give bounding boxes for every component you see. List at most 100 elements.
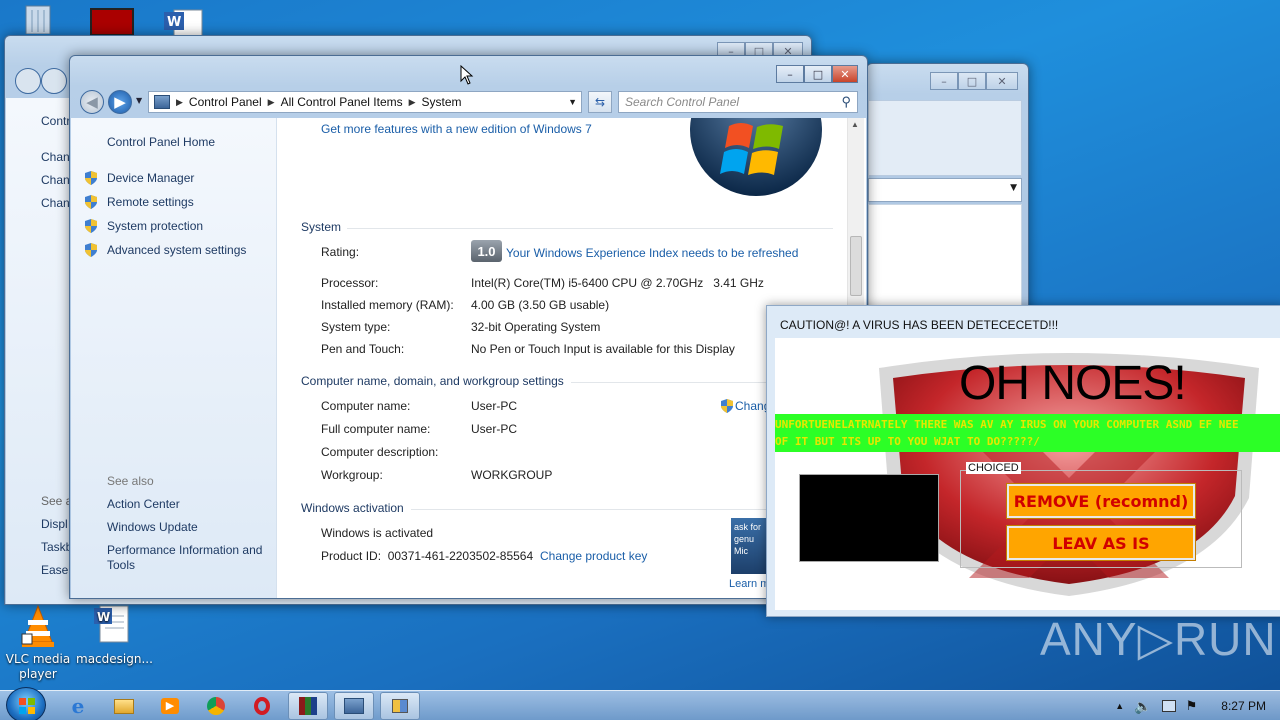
virus-popup-window[interactable]: CAUTION@! A VIRUS HAS BEEN DETECECETD!!!… — [766, 305, 1280, 617]
window-controls: – □ ✕ — [930, 72, 1018, 90]
taskbar-internet-explorer[interactable]: e — [58, 692, 98, 720]
recent-pages-chevron-icon[interactable]: ▼ — [136, 96, 142, 105]
word-file-icon[interactable]: W — [164, 8, 208, 37]
chevron-down-icon[interactable]: ▼ — [568, 97, 577, 107]
back-sidebar-item[interactable]: Chan — [41, 150, 70, 164]
forward-button[interactable] — [41, 68, 67, 94]
system-protection-link[interactable]: System protection — [107, 219, 203, 233]
genuine-microsoft-badge[interactable]: ask for genu Mic — [731, 518, 771, 574]
vlc-icon — [16, 604, 60, 648]
workgroup-value: WORKGROUP — [471, 468, 553, 482]
full-computer-name-label: Full computer name: — [321, 422, 431, 436]
memory-value: 4.00 GB (3.50 GB usable) — [471, 298, 610, 312]
shield-icon — [85, 243, 97, 257]
taskbar-winrar[interactable] — [288, 692, 328, 720]
advanced-system-settings-link[interactable]: Advanced system settings — [107, 243, 246, 257]
anyrun-watermark: ANY▷RUN — [1040, 613, 1277, 665]
opera-icon — [254, 697, 270, 715]
virus-popup-title: CAUTION@! A VIRUS HAS BEEN DETECECETD!!! — [780, 318, 1059, 332]
maximize-button[interactable]: □ — [958, 72, 986, 90]
genuine-badge-text: ask for genu Mic — [734, 522, 762, 556]
taskbar-explorer[interactable] — [104, 692, 144, 720]
back-button[interactable] — [15, 68, 41, 94]
recycle-bin-icon[interactable] — [18, 4, 58, 35]
address-bar[interactable]: ▶ Control Panel ▶ All Control Panel Item… — [148, 91, 582, 113]
control-panel-home-link[interactable]: Control Panel Home — [107, 135, 215, 149]
taskbar-virus-app[interactable] — [380, 692, 420, 720]
action-center-link[interactable]: Action Center — [107, 497, 180, 511]
close-button[interactable]: ✕ — [986, 72, 1018, 90]
back-see-also-item[interactable]: Taskb — [41, 540, 72, 554]
scroll-up-icon[interactable]: ▲ — [851, 120, 859, 129]
back-see-also-item[interactable]: Displ — [41, 517, 68, 531]
search-icon[interactable]: ⚲ — [841, 94, 851, 110]
back-window-dropdown[interactable]: ▼ — [868, 178, 1022, 202]
breadcrumb-control-panel[interactable]: Control Panel — [183, 95, 268, 109]
chrome-icon — [207, 697, 225, 715]
refresh-button[interactable]: ⇆ — [588, 91, 612, 113]
forward-button[interactable]: ▶ — [108, 90, 132, 114]
maximize-button[interactable]: □ — [804, 65, 832, 83]
device-manager-link[interactable]: Device Manager — [107, 171, 194, 185]
control-panel-icon — [344, 698, 364, 714]
back-see-also-item: See a — [41, 494, 73, 508]
get-more-features-link[interactable]: Get more features with a new edition of … — [321, 122, 592, 136]
activation-section-title: Windows activation — [301, 501, 404, 515]
windows-update-link[interactable]: Windows Update — [107, 520, 198, 534]
wei-score: 1.0 — [477, 243, 496, 259]
close-button[interactable]: ✕ — [832, 65, 858, 83]
full-computer-name-value: User-PC — [471, 422, 518, 436]
change-product-key-link[interactable]: Change product key — [540, 549, 647, 563]
taskbar-chrome[interactable] — [196, 692, 236, 720]
virus-popup-body: OH NOES! UNFORTUENELATRNATELY THERE WAS … — [775, 338, 1280, 610]
show-hidden-icons-icon[interactable]: ▲ — [1115, 701, 1124, 711]
network-icon[interactable] — [1161, 700, 1176, 712]
breadcrumb-separator-icon: ▶ — [176, 96, 183, 107]
shield-icon — [85, 171, 97, 185]
taskbar-media-player[interactable]: ▶ — [150, 692, 190, 720]
taskbar-control-panel[interactable] — [334, 692, 374, 720]
black-image-box — [799, 474, 939, 562]
computer-name-value: User-PC — [471, 399, 518, 413]
taskbar-opera[interactable] — [242, 692, 282, 720]
warning-line-2: OF IT BUT ITS UP TO YOU WJAT TO DO?????/ — [775, 435, 1040, 448]
search-input[interactable]: Search Control Panel ⚲ — [618, 91, 858, 113]
performance-information-link[interactable]: Performance Information and Tools — [107, 543, 273, 573]
action-center-flag-icon[interactable]: ⚑ — [1186, 698, 1198, 714]
rating-label: Rating: — [321, 245, 360, 259]
product-id: Product ID: 00371-461-2203502-85564 — [321, 549, 534, 563]
back-sidebar-item[interactable]: Chan — [41, 196, 70, 210]
leave-as-is-button[interactable]: LEAV AS IS — [1006, 525, 1196, 561]
back-button[interactable]: ◀ — [80, 90, 104, 114]
computer-name-label: Computer name: — [321, 399, 411, 413]
system-window[interactable]: – □ ✕ ◀ ▶ ▼ ▶ Control Panel ▶ All Contro… — [69, 55, 868, 599]
remote-settings-link[interactable]: Remote settings — [107, 195, 194, 209]
desktop-icon-vlc[interactable]: VLC media player — [2, 604, 74, 682]
minimize-button[interactable]: – — [776, 65, 804, 83]
winrar-icon — [299, 697, 317, 715]
start-button[interactable] — [6, 687, 46, 720]
desktop-icon-macdesign[interactable]: W macdesign... — [76, 604, 153, 667]
svg-text:W: W — [97, 610, 110, 624]
processor-value: Intel(R) Core(TM) i5-6400 CPU @ 2.70GHz … — [471, 276, 764, 290]
minimize-button[interactable]: – — [930, 72, 958, 90]
back-sidebar-item[interactable]: Contr — [41, 114, 70, 128]
pdf-file-icon[interactable] — [90, 8, 134, 36]
search-placeholder: Search Control Panel — [625, 95, 740, 109]
breadcrumb-separator-icon: ▶ — [267, 96, 275, 107]
scrollbar-thumb[interactable] — [850, 236, 862, 296]
pen-touch-label: Pen and Touch: — [321, 342, 405, 356]
system-content: Control Panel Home Device Manager Remote… — [71, 118, 866, 598]
clock[interactable]: 8:27 PM — [1221, 699, 1266, 713]
taskbar: e ▶ ▲ 🔈 ⚑ 8:27 PM — [0, 687, 1280, 720]
wei-refresh-link[interactable]: Your Windows Experience Index needs to b… — [506, 246, 798, 260]
back-sidebar-item[interactable]: Chan — [41, 173, 70, 187]
speaker-icon[interactable]: 🔈 — [1134, 698, 1151, 715]
folder-icon — [114, 698, 134, 714]
breadcrumb-system[interactable]: System — [416, 95, 468, 109]
breadcrumb-all-items[interactable]: All Control Panel Items — [275, 95, 409, 109]
remove-virus-button[interactable]: REMOVE (recomnd) — [1006, 483, 1196, 519]
pen-touch-value: No Pen or Touch Input is available for t… — [471, 342, 735, 356]
learn-more-link[interactable]: Learn m — [729, 578, 769, 590]
background-window-right[interactable]: – □ ✕ ▼ — [866, 63, 1029, 313]
